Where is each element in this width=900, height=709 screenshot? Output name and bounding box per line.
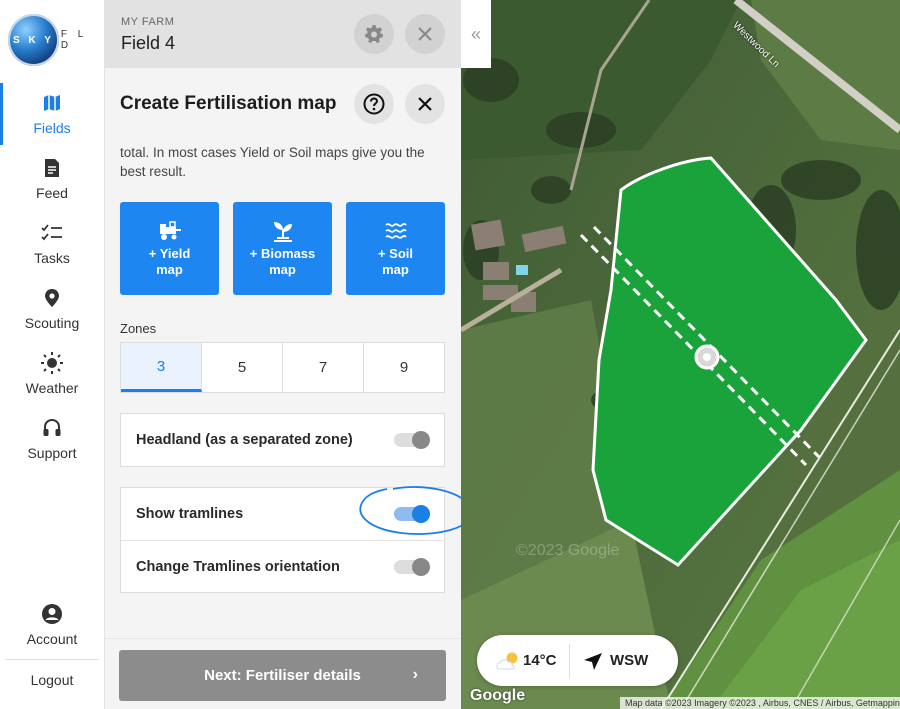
zone-option-9[interactable]: 9 bbox=[364, 343, 444, 392]
google-watermark: ©2023 Google bbox=[516, 542, 620, 559]
orientation-label: Change Tramlines orientation bbox=[136, 558, 340, 575]
add-biomass-map-button[interactable]: + Biomass map bbox=[233, 202, 332, 295]
biomass-tile-line1: + Biomass bbox=[249, 245, 316, 261]
headland-row: Headland (as a separated zone) bbox=[121, 414, 444, 466]
double-chevron-left-icon: « bbox=[470, 23, 481, 44]
nav-divider bbox=[6, 659, 98, 660]
temperature-display: 14°C bbox=[477, 651, 569, 671]
headland-label: Headland (as a separated zone) bbox=[136, 432, 353, 448]
zones-selector: 3 5 7 9 bbox=[120, 342, 445, 393]
zones-label: Zones bbox=[120, 321, 157, 336]
soil-tile-line1: + Soil bbox=[377, 245, 414, 261]
side-navigation: S K Y F L D Fields Feed Tasks Scouting W… bbox=[0, 0, 105, 709]
field-close-button[interactable] bbox=[405, 14, 445, 54]
field-title: Field 4 bbox=[121, 33, 176, 53]
account-icon bbox=[41, 603, 63, 625]
waves-icon bbox=[383, 220, 409, 242]
nav-item-support[interactable]: Support bbox=[0, 408, 104, 470]
nav-item-weather[interactable]: Weather bbox=[0, 343, 104, 405]
farm-label: MY FARM bbox=[121, 16, 175, 28]
weather-widget[interactable]: 14°C WSW bbox=[477, 635, 678, 686]
nav-item-scouting[interactable]: Scouting bbox=[0, 278, 104, 340]
yield-tile-line2: map bbox=[156, 261, 183, 277]
tramlines-label: Show tramlines bbox=[136, 506, 244, 522]
nav-label-feed: Feed bbox=[36, 185, 68, 201]
gear-icon bbox=[365, 25, 383, 43]
zone-option-5[interactable]: 5 bbox=[202, 343, 283, 392]
yield-tile-line1: + Yield bbox=[148, 245, 191, 261]
wind-direction-arrow-icon bbox=[584, 652, 602, 670]
add-yield-map-button[interactable]: + Yield map bbox=[120, 202, 219, 295]
orientation-row: Change Tramlines orientation bbox=[121, 540, 444, 592]
zone-option-7[interactable]: 7 bbox=[283, 343, 364, 392]
harvester-icon bbox=[157, 220, 183, 242]
skyfld-logo[interactable]: S K Y F L D bbox=[8, 14, 104, 66]
map-icon bbox=[41, 92, 63, 114]
document-icon bbox=[41, 157, 63, 179]
footer-divider bbox=[105, 638, 461, 639]
help-icon bbox=[363, 93, 385, 115]
nav-item-tasks[interactable]: Tasks bbox=[0, 213, 104, 275]
location-pin-icon bbox=[41, 287, 63, 309]
fertilisation-panel: Create Fertilisation map total. In most … bbox=[105, 68, 473, 709]
nav-label-weather: Weather bbox=[25, 380, 79, 396]
nav-label-account: Account bbox=[26, 631, 78, 647]
help-button[interactable] bbox=[354, 84, 394, 124]
nav-item-account[interactable]: Account bbox=[0, 594, 104, 656]
globe-logo-icon: S K Y bbox=[8, 14, 59, 66]
field-header: MY FARM Field 4 bbox=[105, 0, 461, 68]
chevron-right-icon: › bbox=[412, 666, 418, 683]
biomass-tile-line2: map bbox=[269, 261, 296, 277]
nav-label-support: Support bbox=[27, 445, 77, 461]
nav-item-feed[interactable]: Feed bbox=[0, 148, 104, 210]
zone-option-3[interactable]: 3 bbox=[121, 343, 202, 392]
highlight-circle bbox=[359, 486, 473, 535]
logo-text: F L D bbox=[60, 29, 87, 51]
headphones-icon bbox=[41, 417, 63, 439]
toggle-knob bbox=[412, 431, 430, 449]
partly-cloudy-icon bbox=[496, 652, 518, 669]
soil-tile-line2: map bbox=[382, 261, 409, 277]
headland-toggle[interactable] bbox=[394, 431, 430, 449]
nav-label-scouting: Scouting bbox=[24, 315, 80, 331]
checklist-icon bbox=[41, 222, 63, 244]
headland-card: Headland (as a separated zone) bbox=[120, 413, 445, 467]
close-icon bbox=[418, 27, 432, 41]
panel-title: Create Fertilisation map bbox=[120, 93, 337, 114]
panel-description: total. In most cases Yield or Soil maps … bbox=[120, 145, 425, 179]
next-button-label: Next: Fertiliser details bbox=[204, 667, 361, 684]
orientation-toggle[interactable] bbox=[394, 558, 430, 576]
field-settings-button[interactable] bbox=[354, 14, 394, 54]
wind-direction-value: WSW bbox=[610, 652, 649, 669]
plant-icon bbox=[270, 220, 296, 242]
wind-display: WSW bbox=[570, 651, 648, 671]
google-logo: Google bbox=[470, 687, 526, 704]
nav-label-fields: Fields bbox=[33, 120, 71, 136]
add-soil-map-button[interactable]: + Soil map bbox=[346, 202, 445, 295]
satellite-map[interactable]: ©2023 Google bbox=[461, 0, 900, 709]
nav-label-tasks: Tasks bbox=[34, 250, 70, 266]
collapse-panel-button[interactable]: « bbox=[461, 0, 491, 68]
toggle-knob bbox=[412, 558, 430, 576]
close-icon bbox=[418, 97, 432, 111]
logout-link[interactable]: Logout bbox=[0, 672, 104, 688]
next-fertiliser-details-button[interactable]: Next: Fertiliser details › bbox=[119, 650, 446, 701]
close-panel-button[interactable] bbox=[405, 84, 445, 124]
sun-icon bbox=[41, 352, 63, 374]
map-attribution[interactable]: Map data ©2023 Imagery ©2023 , Airbus, C… bbox=[620, 697, 900, 709]
temperature-value: 14°C bbox=[523, 652, 557, 669]
nav-item-fields[interactable]: Fields bbox=[0, 83, 104, 145]
map-imagery: ©2023 Google bbox=[461, 0, 900, 709]
